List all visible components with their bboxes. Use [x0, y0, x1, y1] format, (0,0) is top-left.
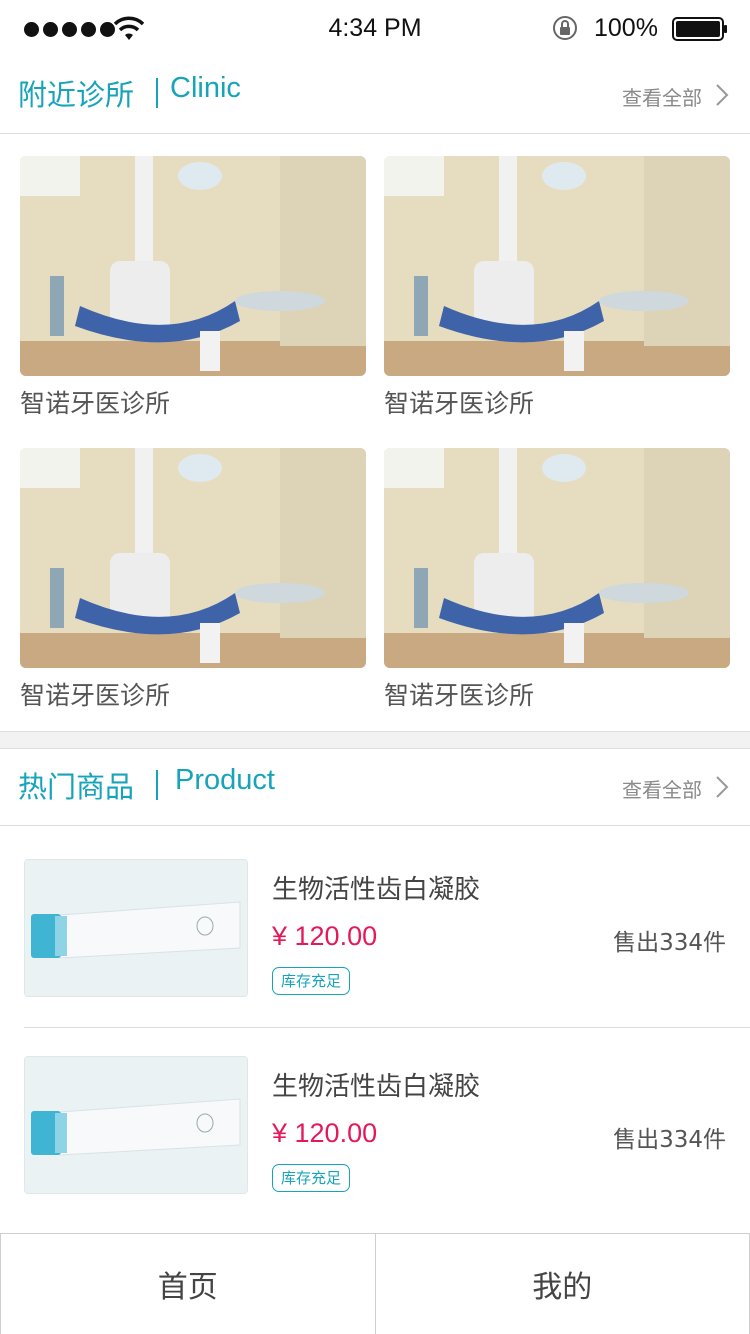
- clinic-name: 智诺牙医诊所: [384, 681, 535, 710]
- product-name: 生物活性齿白凝胶: [272, 1072, 481, 1102]
- stock-status-badge: 库存充足: [272, 967, 351, 995]
- title-divider: [156, 78, 158, 108]
- clinic-photo: [20, 448, 366, 668]
- status-bar: 4:34 PM 100%: [0, 0, 750, 58]
- clinic-photo: [384, 448, 730, 668]
- product-price: ¥ 120.00: [272, 1118, 378, 1148]
- clinic-card[interactable]: 智诺牙医诊所: [384, 448, 730, 712]
- product-image: [24, 859, 248, 997]
- tab-home[interactable]: 首页: [0, 1234, 375, 1334]
- product-section-header: 热门商品 Product 查看全部: [0, 750, 750, 826]
- product-section-title: 热门商品: [18, 770, 135, 804]
- rotation-lock-icon: [553, 16, 577, 40]
- product-item[interactable]: 生物活性齿白凝胶 ¥ 120.00 售出334件 库存充足: [0, 1056, 750, 1252]
- clinic-name: 智诺牙医诊所: [20, 681, 171, 710]
- clinic-photo: [20, 156, 366, 376]
- clinic-view-all-link[interactable]: 查看全部: [622, 82, 702, 111]
- chevron-right-icon[interactable]: [714, 774, 730, 800]
- clinic-card[interactable]: 智诺牙医诊所: [384, 156, 730, 420]
- stock-status-badge: 库存充足: [272, 1164, 351, 1192]
- product-sold-count: 售出334件: [613, 930, 726, 956]
- battery-percent: 100%: [594, 14, 658, 42]
- bottom-tab-bar: 首页 我的: [0, 1233, 750, 1334]
- title-divider: [156, 770, 158, 800]
- battery-icon: [672, 17, 727, 41]
- product-view-all-link[interactable]: 查看全部: [622, 774, 702, 803]
- chevron-right-icon[interactable]: [714, 82, 730, 108]
- clinic-name: 智诺牙医诊所: [384, 389, 535, 418]
- product-section-subtitle: Product: [175, 764, 275, 796]
- product-image: [24, 1056, 248, 1194]
- section-separator: [0, 731, 750, 749]
- clinic-name: 智诺牙医诊所: [20, 389, 171, 418]
- clinic-section-header: 附近诊所 Clinic 查看全部: [0, 58, 750, 134]
- product-name: 生物活性齿白凝胶: [272, 875, 481, 905]
- tab-mine[interactable]: 我的: [374, 1234, 750, 1334]
- clinic-photo: [384, 156, 730, 376]
- product-sold-count: 售出334件: [613, 1127, 726, 1153]
- product-item[interactable]: 生物活性齿白凝胶 ¥ 120.00 售出334件 库存充足: [0, 859, 750, 1055]
- clinic-section-subtitle: Clinic: [170, 72, 241, 104]
- list-divider: [24, 1027, 750, 1028]
- clinic-card[interactable]: 智诺牙医诊所: [20, 156, 366, 420]
- clinic-card[interactable]: 智诺牙医诊所: [20, 448, 366, 712]
- product-price: ¥ 120.00: [272, 921, 378, 951]
- clinic-section-title: 附近诊所: [18, 78, 135, 112]
- page: 4:34 PM 100% 附近诊所 Clinic 查看全部 智诺牙医诊所 智诺牙…: [0, 0, 750, 1334]
